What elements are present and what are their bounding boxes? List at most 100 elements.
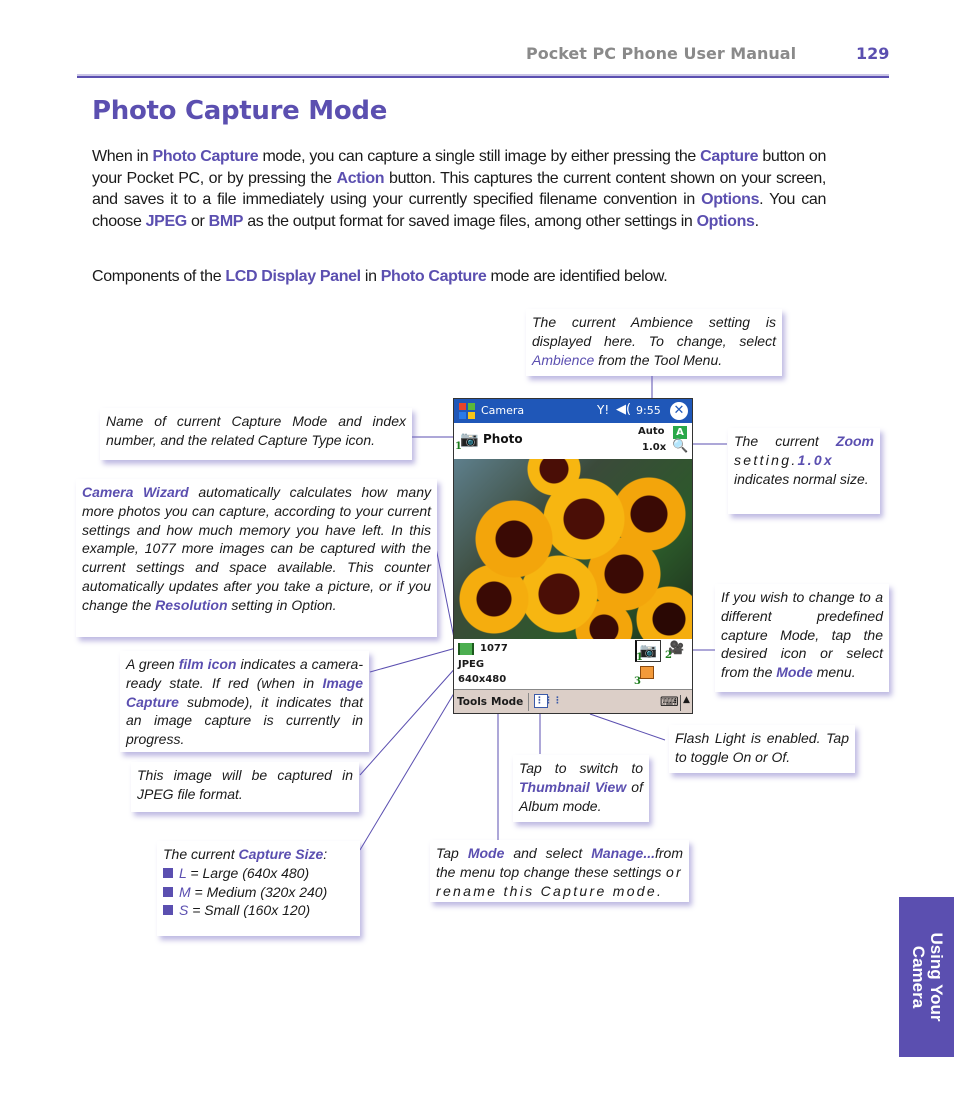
components-paragraph: Components of the LCD Display Panel in P… xyxy=(92,266,826,288)
header-rule xyxy=(77,76,889,78)
text-run: Name of current Capture Mode and index n… xyxy=(106,413,406,448)
zoom-icon[interactable]: 🔍 xyxy=(672,439,688,454)
text-run: mode, you can capture a single still ima… xyxy=(258,148,701,165)
size-label: 640x480 xyxy=(458,674,507,685)
contact-photo-mode-icon[interactable] xyxy=(640,666,654,679)
windows-start-icon[interactable] xyxy=(456,401,478,421)
connector-flash xyxy=(589,713,666,741)
title-bar: Camera Y! ◀( 9:55 ✕ xyxy=(454,399,692,423)
input-panel-arrow-icon[interactable]: ▲ xyxy=(680,695,690,711)
size-desc: = Small (160x 120) xyxy=(188,902,311,919)
highlight-term: Photo Capture xyxy=(152,148,259,165)
highlight-term: Options xyxy=(701,191,760,209)
size-desc: = Medium (320x 240) xyxy=(190,883,328,900)
ambience-icon[interactable]: A xyxy=(673,426,687,439)
signal-icon[interactable]: Y! xyxy=(597,403,609,417)
text-run: . xyxy=(754,212,759,230)
connector-size xyxy=(359,679,463,851)
highlight-term: Manage... xyxy=(591,845,655,861)
text-run: setting. xyxy=(734,451,798,468)
text-run: Flash Light is enabled. Tap to toggle On… xyxy=(675,730,849,765)
callout-capture-size: The current Capture Size: L = Large (640… xyxy=(157,841,360,936)
text-run: automatically calculates how many more p… xyxy=(82,484,431,613)
highlight-term: Mode xyxy=(467,845,505,861)
highlight-term: Options xyxy=(696,212,755,230)
contact-photo-mode-index: 3 xyxy=(634,676,641,687)
text-run: A green xyxy=(126,656,179,672)
photo-mode-index: 1 xyxy=(636,652,643,663)
highlight-term: Photo Capture xyxy=(380,268,487,285)
text-run: or xyxy=(186,212,209,230)
callout-change-mode: If you wish to change to a different pre… xyxy=(715,584,889,692)
size-desc: = Large (640x 480) xyxy=(186,864,310,881)
zoom-label: 1.0x xyxy=(642,442,667,453)
menu-tools[interactable]: Tools xyxy=(457,696,487,708)
highlight-term: LCD Display Panel xyxy=(225,268,361,285)
mode-index: 1 xyxy=(455,441,462,452)
text-run: Tap to switch to xyxy=(519,760,643,776)
highlight-term: Camera Wizard xyxy=(82,484,189,500)
callout-manage: Tap Mode and select Manage...from the me… xyxy=(430,840,689,902)
viewfinder-photo[interactable] xyxy=(454,459,692,639)
film-icon xyxy=(458,643,474,655)
capture-size-item: M = Medium (320x 240) xyxy=(163,883,354,902)
mode-bar: 📷 1 Photo Auto A 1.0x 🔍 xyxy=(454,423,692,459)
callout-flash: Flash Light is enabled. Tap to toggle On… xyxy=(669,725,855,773)
highlight-term: 1.0x xyxy=(797,451,834,468)
size-key: S xyxy=(179,902,189,919)
callout-jpeg: This image will be captured in JPEG file… xyxy=(131,762,359,812)
video-mode-index: 2 xyxy=(665,650,672,661)
text-run: The current xyxy=(734,433,836,449)
text-run: indicates normal size. xyxy=(734,470,869,487)
mode-name: Photo xyxy=(483,432,523,446)
shot-count: 1077 xyxy=(480,643,508,654)
highlight-term: JPEG xyxy=(145,212,188,230)
highlight-term: Action xyxy=(336,169,385,187)
text-run: This image will be captured in JPEG file… xyxy=(137,767,353,802)
capture-size-title: The current Capture Size: xyxy=(163,845,354,864)
bullet-square-icon xyxy=(163,905,173,916)
text-run: mode are identified below. xyxy=(486,268,668,285)
bullet-square-icon xyxy=(163,867,173,878)
text-run: When in xyxy=(92,148,153,165)
text-run: setting in Option. xyxy=(227,596,337,613)
page-title: Photo Capture Mode xyxy=(92,96,388,126)
chapter-tab-label: Using Your Camera xyxy=(908,932,946,1022)
capture-size-item: L = Large (640x 480) xyxy=(163,864,354,883)
highlight-term: Thumbnail View xyxy=(519,778,627,795)
keyboard-icon[interactable]: ⌨ xyxy=(660,695,679,710)
menu-bar: Tools Mode ⋮⋮⋮ ⌨ ▲ xyxy=(454,689,692,713)
chapter-tab: Using Your Camera xyxy=(899,897,954,1057)
manual-title: Pocket PC Phone User Manual xyxy=(526,44,797,63)
callout-ambience: The current Ambience setting is displaye… xyxy=(526,309,782,376)
menu-mode[interactable]: Mode xyxy=(491,696,523,708)
volume-icon[interactable]: ◀( xyxy=(616,402,631,417)
thumbnail-view-button[interactable]: ⋮⋮⋮ xyxy=(534,694,562,708)
clock[interactable]: 9:55 xyxy=(636,404,661,417)
chapter-tab-line2: Camera xyxy=(908,945,928,1009)
menu-separator xyxy=(528,693,529,711)
text-run: in xyxy=(360,268,381,285)
text-run: The current Ambience setting is displaye… xyxy=(532,314,776,349)
ambience-label: Auto xyxy=(638,426,665,437)
highlight-term: Ambience xyxy=(532,351,595,368)
intro-paragraph: When in Photo Capture mode, you can capt… xyxy=(92,146,826,232)
capture-size-item: S = Small (160x 120) xyxy=(163,901,354,920)
highlight-term: BMP xyxy=(208,212,244,230)
page-number: 129 xyxy=(856,44,890,63)
close-button[interactable]: ✕ xyxy=(670,402,688,420)
text-run: from the Tool Menu. xyxy=(594,351,723,368)
highlight-term: Zoom xyxy=(835,433,874,449)
connector-film xyxy=(369,647,457,673)
connector-jpeg xyxy=(359,664,459,776)
highlight-term: Capture Size xyxy=(238,846,324,862)
size-key: M xyxy=(179,883,191,900)
callout-mode-name: Name of current Capture Mode and index n… xyxy=(100,408,412,460)
pocket-pc-screen: Camera Y! ◀( 9:55 ✕ 📷 1 Photo Auto A 1.0… xyxy=(453,398,693,714)
chapter-tab-line1: Using Your xyxy=(926,932,946,1022)
bullet-square-icon xyxy=(163,886,173,897)
text-run: menu. xyxy=(812,664,856,681)
text-run: : xyxy=(323,846,328,862)
text-run: as the output format for saved image fil… xyxy=(243,212,697,230)
text-run: The current xyxy=(163,846,239,862)
